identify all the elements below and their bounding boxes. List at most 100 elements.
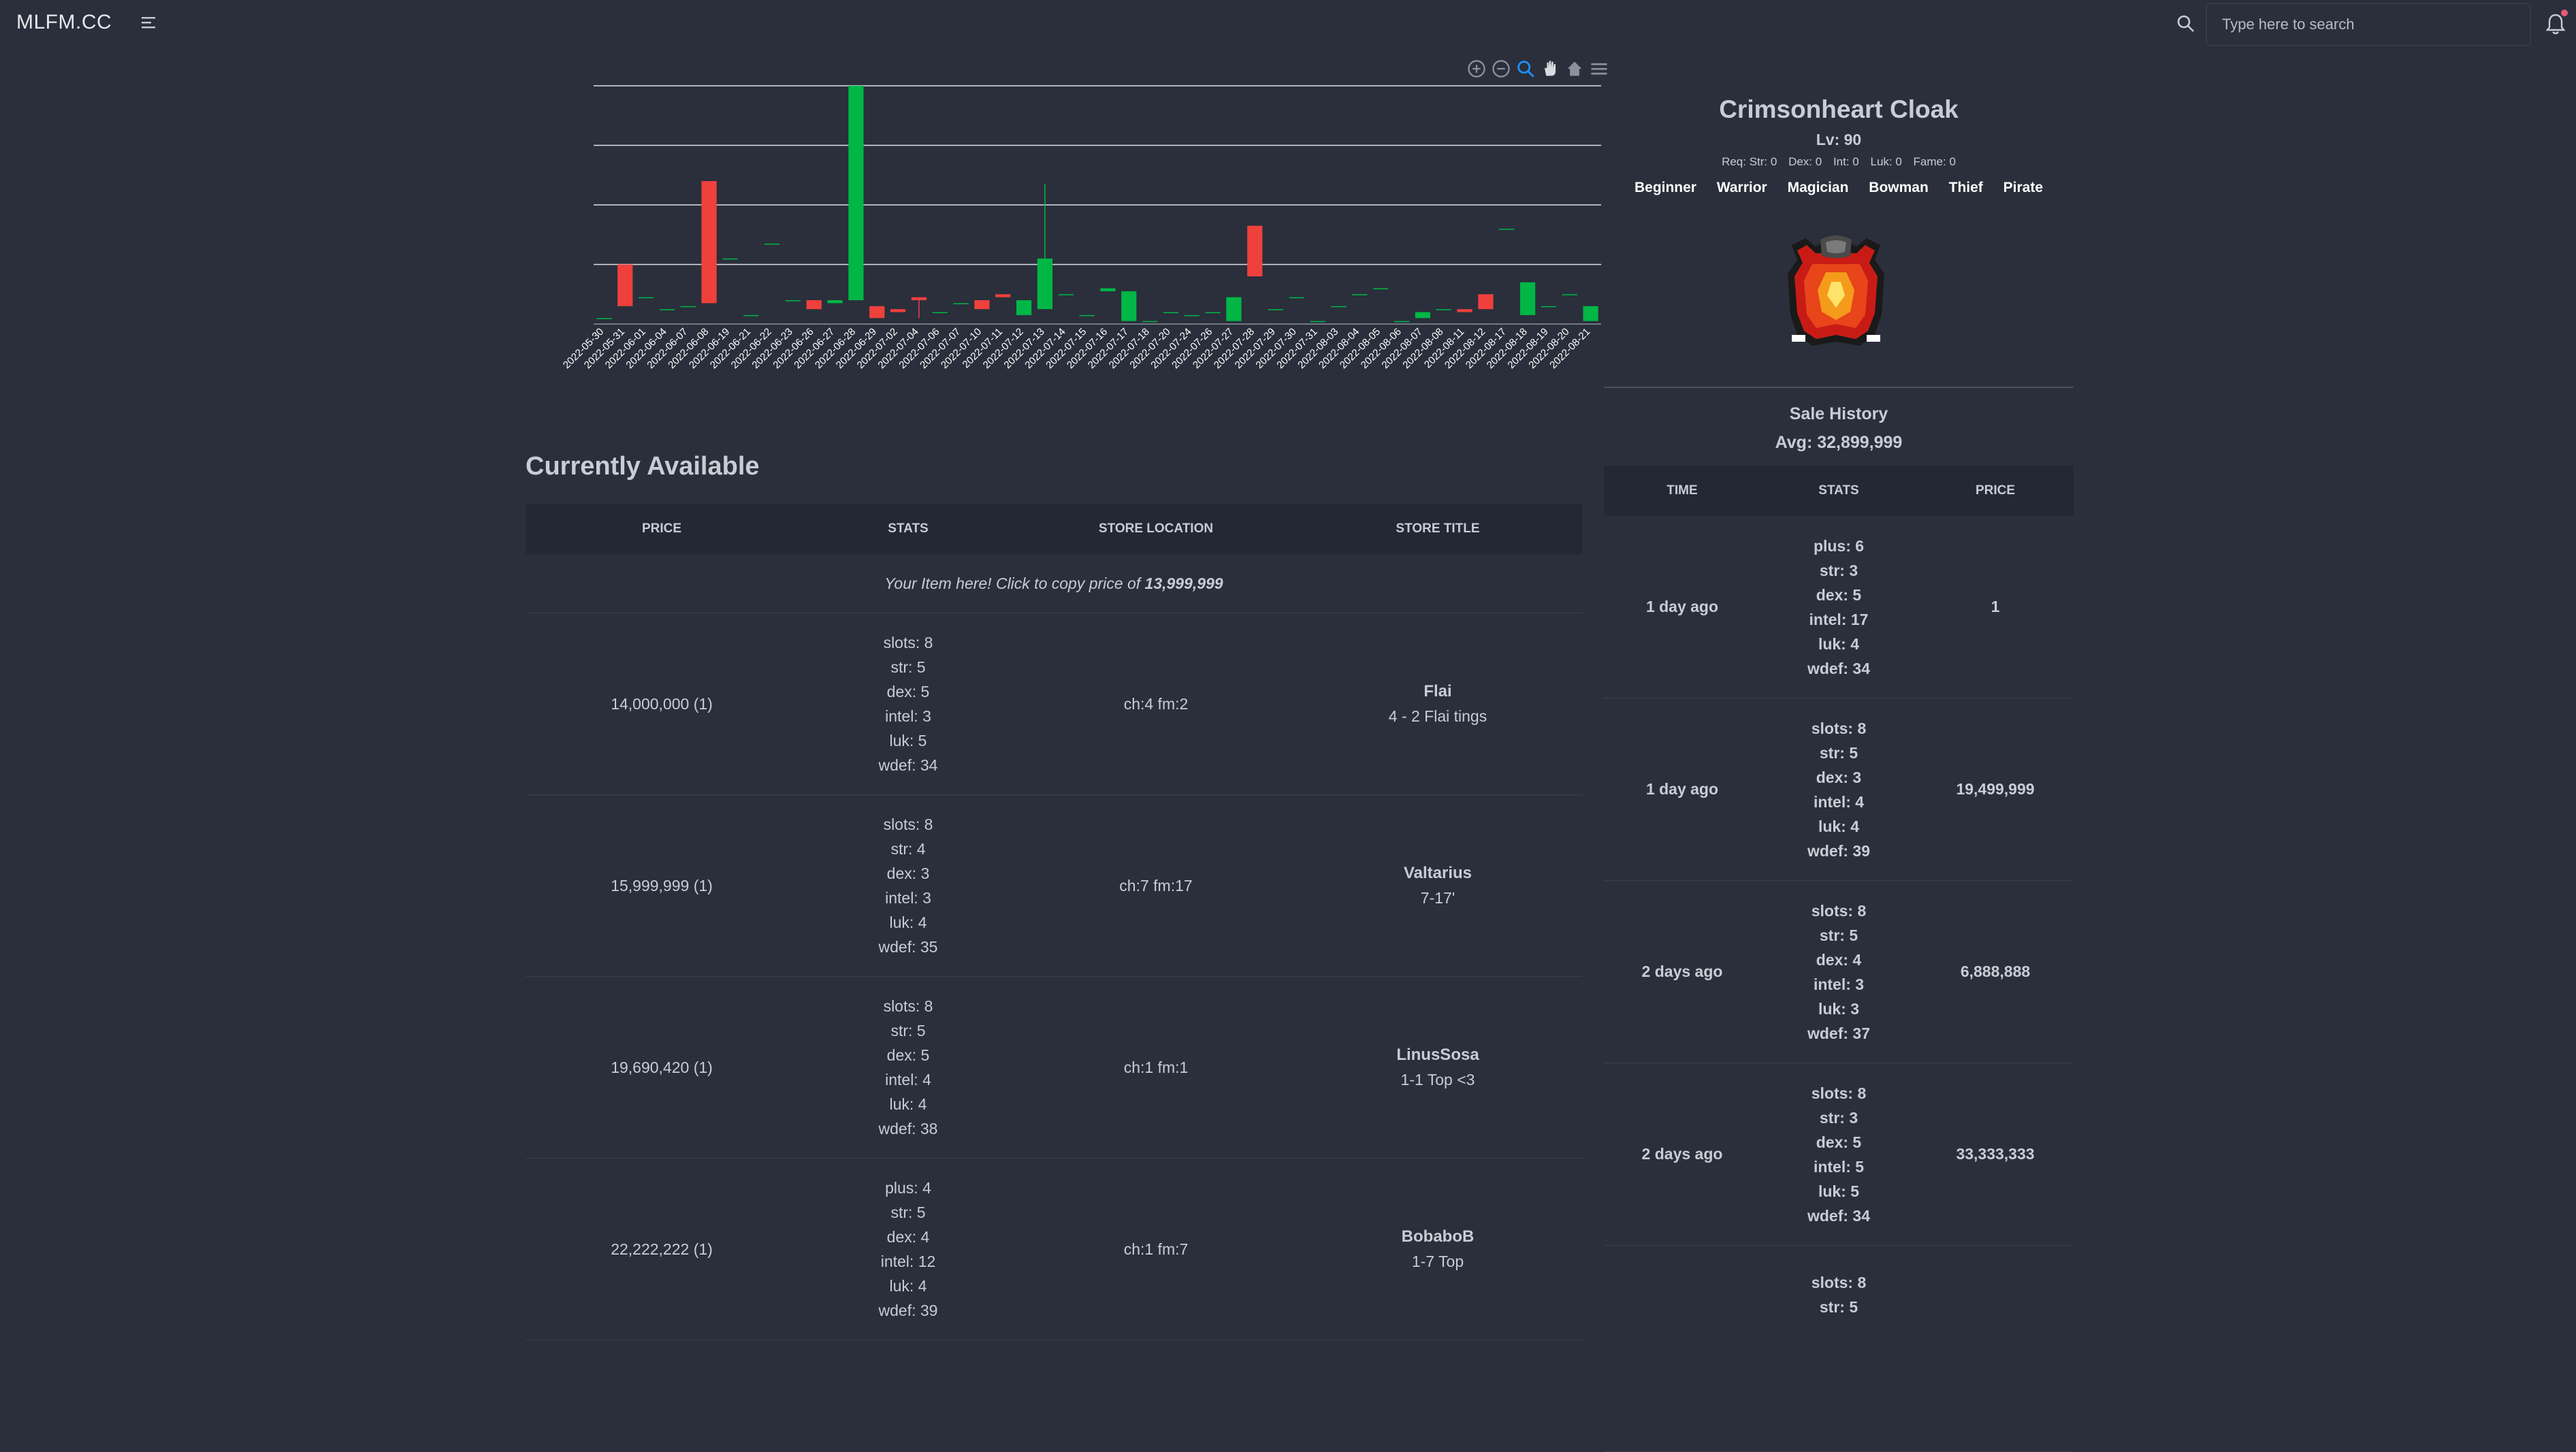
candle — [1226, 297, 1242, 321]
stat-line: dex: 5 — [1816, 1133, 1862, 1151]
copy-price-prompt: Your Item here! Click to copy price of — [884, 574, 1141, 592]
candle — [1058, 294, 1074, 295]
column-header-time[interactable]: TIME — [1604, 466, 1760, 516]
table-row[interactable]: 14,000,000 (1) slots: 8 str: 5 dex: 5 in… — [526, 613, 1582, 795]
menu-icon[interactable] — [140, 15, 158, 30]
candle — [1415, 312, 1431, 319]
candle — [701, 181, 717, 304]
candle — [785, 300, 801, 302]
stat-line: slots: 8 — [1811, 1084, 1867, 1102]
search-icon[interactable] — [2176, 14, 2196, 34]
sale-time: 2 days ago — [1604, 1063, 1760, 1246]
stat-line: wdef: 35 — [878, 938, 938, 956]
table-row[interactable]: 1 day ago slots: 8 str: 5 dex: 3 intel: … — [1604, 698, 2074, 881]
candle — [764, 243, 780, 245]
item-name: Crimsonheart Cloak — [1719, 95, 1959, 123]
stat-line: str: 5 — [890, 1022, 926, 1039]
stat-line: plus: 4 — [885, 1179, 931, 1197]
stat-line: luk: 5 — [1818, 1182, 1860, 1200]
notification-badge — [2561, 10, 2568, 16]
stat-line: luk: 4 — [1818, 634, 1860, 653]
candle — [1142, 321, 1158, 323]
item-requirements: Req: Str: 0 Dex: 0 Int: 0 Luk: 0 Fame: 0 — [1604, 155, 2074, 169]
sale-stats: slots: 8 str: 5 — [1760, 1245, 1917, 1452]
sale-stats: slots: 8 str: 5 dex: 3 intel: 4 luk: 4 w… — [1760, 698, 1917, 881]
copy-price-row[interactable]: Your Item here! Click to copy price of 1… — [526, 554, 1582, 613]
candle — [1184, 314, 1200, 317]
candle — [1289, 297, 1305, 299]
store-title: 1-1 Top <3 — [1400, 1071, 1475, 1088]
candle — [1331, 306, 1347, 308]
stat-line: wdef: 34 — [1807, 1206, 1871, 1225]
search-input[interactable] — [2207, 4, 2530, 45]
candle — [1352, 294, 1368, 295]
table-row[interactable]: 22,222,222 (1) plus: 4 str: 5 dex: 4 int… — [526, 1158, 1582, 1340]
stat-line: luk: 4 — [1818, 817, 1860, 835]
stat-line: dex: 4 — [1816, 950, 1862, 969]
stat-line: str: 4 — [890, 840, 926, 858]
stat-line: slots: 8 — [1811, 1274, 1867, 1291]
stat-line: str: 5 — [890, 1204, 926, 1221]
column-header-price[interactable]: PRICE — [1917, 466, 2074, 516]
job-thief: Thief — [1948, 180, 1983, 195]
stat-line: plus: 6 — [1813, 536, 1865, 555]
candle — [1499, 229, 1515, 230]
item-jobs: Beginner Warrior Magician Bowman Thief P… — [1604, 180, 2074, 196]
sale-stats: plus: 6 str: 3 dex: 5 intel: 17 luk: 4 w… — [1760, 516, 1917, 698]
candle — [1247, 225, 1263, 276]
candle — [1478, 294, 1494, 310]
divider — [1604, 387, 2074, 388]
search-box — [2206, 3, 2531, 46]
candle — [1205, 312, 1221, 313]
sale-price: 33,333,333 — [1917, 1063, 2074, 1246]
job-beginner: Beginner — [1634, 180, 1696, 195]
table-row[interactable]: 2 days ago slots: 8 str: 3 dex: 5 intel:… — [1604, 1063, 2074, 1246]
column-header-stats[interactable]: STATS — [1760, 466, 1917, 516]
available-table: PRICE STATS STORE LOCATION STORE TITLE Y… — [526, 504, 1582, 1340]
brand-logo[interactable]: MLFM.CC — [16, 11, 112, 34]
candle — [1163, 312, 1179, 313]
candle — [680, 306, 696, 308]
price-history-chart[interactable]: 2022-05-302022-05-312022-06-012022-06-04… — [517, 54, 1607, 395]
table-row[interactable]: 19,690,420 (1) slots: 8 str: 5 dex: 5 in… — [526, 976, 1582, 1159]
candle — [1583, 306, 1598, 321]
table-row[interactable]: 2 days ago slots: 8 str: 5 dex: 4 intel:… — [1604, 880, 2074, 1063]
table-row[interactable]: 1 day ago plus: 6 str: 3 dex: 5 intel: 1… — [1604, 516, 2074, 698]
candle — [869, 306, 885, 319]
stat-line: dex: 5 — [1816, 585, 1862, 604]
listing-price: 14,000,000 (1) — [526, 613, 798, 795]
job-warrior: Warrior — [1716, 180, 1767, 195]
sale-time: 2 days ago — [1604, 880, 1760, 1063]
stat-line: dex: 4 — [886, 1228, 930, 1246]
stat-line: intel: 3 — [1813, 975, 1865, 993]
stat-line: wdef: 34 — [878, 756, 938, 774]
candle — [617, 264, 633, 306]
stat-line: slots: 8 — [883, 816, 933, 833]
stat-line: str: 5 — [890, 658, 926, 676]
stat-line: wdef: 39 — [1807, 841, 1871, 860]
stat-line: str: 5 — [1819, 743, 1858, 762]
stat-line: dex: 5 — [886, 683, 930, 700]
candle — [995, 294, 1011, 297]
column-header-stats[interactable]: STATS — [798, 504, 1018, 554]
sale-price: 6,888,888 — [1917, 880, 2074, 1063]
listing-location: ch:1 fm:1 — [1018, 976, 1293, 1159]
stat-line: intel: 5 — [1813, 1157, 1865, 1176]
job-pirate: Pirate — [2003, 180, 2044, 195]
column-header-store-location[interactable]: STORE LOCATION — [1018, 504, 1293, 554]
listing-store: BobaboB 1-7 Top — [1293, 1158, 1582, 1340]
listing-stats: slots: 8 str: 5 dex: 5 intel: 4 luk: 4 w… — [798, 976, 1018, 1159]
stat-line: slots: 8 — [1811, 901, 1867, 920]
listing-price: 15,999,999 (1) — [526, 794, 798, 977]
table-row[interactable]: 15,999,999 (1) slots: 8 str: 4 dex: 3 in… — [526, 794, 1582, 977]
column-header-store-title[interactable]: STORE TITLE — [1293, 504, 1582, 554]
stat-line: intel: 12 — [880, 1253, 936, 1270]
table-row[interactable]: slots: 8 str: 5 — [1604, 1245, 2074, 1452]
stat-line: dex: 3 — [886, 865, 930, 882]
req-dex: Dex: 0 — [1788, 155, 1822, 168]
column-header-price[interactable]: PRICE — [526, 504, 798, 554]
store-owner: BobaboB — [1401, 1227, 1475, 1246]
listing-location: ch:7 fm:17 — [1018, 794, 1293, 977]
stat-line: luk: 4 — [889, 914, 927, 931]
stat-line: intel: 4 — [1813, 792, 1865, 811]
